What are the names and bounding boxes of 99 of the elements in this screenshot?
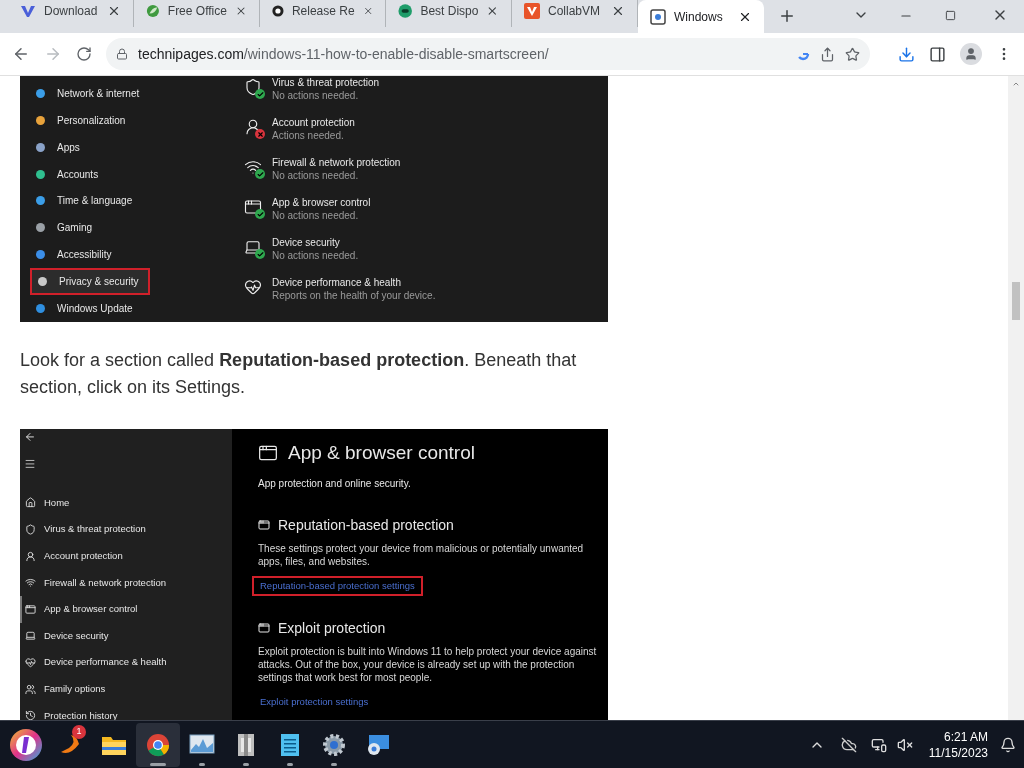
nav-icon xyxy=(25,497,36,509)
bookmark-star-icon[interactable] xyxy=(845,46,860,62)
security-area-icon xyxy=(244,278,262,296)
page-subtitle: App protection and online security. xyxy=(258,476,412,491)
security-nav-item[interactable]: Device security xyxy=(20,622,232,650)
area-title: Device performance & health xyxy=(272,276,402,289)
security-nav-item[interactable]: App & browser control xyxy=(20,596,232,623)
security-nav-item[interactable]: Account protection xyxy=(20,542,232,570)
tab-title: Best Dispo xyxy=(420,2,479,20)
security-nav-item[interactable]: Device performance & health xyxy=(20,649,232,676)
settings-nav-item[interactable]: Network & internet xyxy=(30,80,210,107)
page-title: App & browser control xyxy=(288,441,475,465)
tab-title: Windows xyxy=(674,8,724,26)
reload-icon[interactable] xyxy=(76,46,92,62)
browser-tab[interactable]: Free Office xyxy=(134,0,260,27)
scroll-up-icon[interactable] xyxy=(1012,80,1020,88)
nav-icon xyxy=(25,524,36,535)
chat-logo-icon xyxy=(398,2,413,19)
side-panel-icon[interactable] xyxy=(929,45,946,63)
desktop-icon xyxy=(366,733,390,756)
scrollbar[interactable] xyxy=(1008,76,1024,720)
settings-nav-item[interactable]: Personalization xyxy=(30,106,210,134)
browser-tab[interactable]: Windows xyxy=(638,0,764,33)
browser-tab[interactable]: Download xyxy=(8,0,134,27)
area-status: No actions needed. xyxy=(272,169,360,182)
settings-link[interactable]: Exploit protection settings xyxy=(252,691,377,712)
area-title: App & browser control xyxy=(272,196,371,209)
area-status: Reports on the health of your device. xyxy=(272,289,436,302)
taskbar-button[interactable] xyxy=(136,722,180,767)
settings-link[interactable]: Reputation-based protection settings xyxy=(252,575,423,596)
nav-icon xyxy=(25,683,36,695)
area-title: Account protection xyxy=(272,116,355,129)
area-status: No actions needed. xyxy=(272,89,360,102)
start-logo-icon xyxy=(9,727,43,762)
menu-icon[interactable] xyxy=(24,457,36,470)
scrollbar-thumb[interactable] xyxy=(1012,282,1020,320)
settings-nav-item[interactable]: Gaming xyxy=(30,214,210,242)
area-title: Virus & threat protection xyxy=(272,76,380,89)
nav-icon xyxy=(25,603,36,615)
back-icon[interactable] xyxy=(12,45,30,63)
gear-icon xyxy=(322,732,346,757)
tab-title: Free Office xyxy=(167,2,227,20)
section-icon xyxy=(258,622,270,635)
browser-tab[interactable]: CollabVM xyxy=(512,0,638,27)
chrome-icon xyxy=(146,732,170,757)
settings-nav-item[interactable]: Accounts xyxy=(30,160,210,188)
security-nav-item[interactable]: Virus & threat protection xyxy=(20,516,232,543)
taskbar-button[interactable]: 1 xyxy=(48,722,92,767)
restore-icon[interactable] xyxy=(945,10,956,21)
v-logo-icon xyxy=(524,2,540,19)
section-heading: Reputation-based protection xyxy=(278,515,454,535)
notification-badge: 1 xyxy=(72,724,86,739)
area-title: Device security xyxy=(272,236,341,249)
nav-icon xyxy=(25,577,36,589)
lock-icon xyxy=(116,48,128,60)
section-heading: Exploit protection xyxy=(278,618,386,638)
nav-icon xyxy=(25,710,36,720)
security-nav-item[interactable]: Home xyxy=(20,489,232,517)
url-text: technipages.com/windows-11-how-to-enable-disable-smartscreen/ xyxy=(138,44,549,64)
security-nav-item[interactable]: Family options xyxy=(20,675,232,703)
page-icon xyxy=(650,8,666,25)
chart-window-icon xyxy=(189,733,215,756)
section-icon xyxy=(258,519,270,531)
tab-title: Download xyxy=(44,2,99,20)
nav-icon xyxy=(25,630,36,642)
tab-title: Release Re xyxy=(291,2,355,20)
browser-tab[interactable]: Release Re xyxy=(260,0,386,27)
tab-title: CollabVM xyxy=(548,2,602,20)
nav-icon xyxy=(25,550,36,562)
clock[interactable]: 6:21 AM 11/15/2023 xyxy=(928,728,988,761)
settings-nav-item[interactable]: Windows Update xyxy=(30,295,210,322)
address-bar[interactable]: technipages.com/windows-11-how-to-enable-disable-smartscreen/ xyxy=(106,38,870,70)
article-paragraph: Look for a section called Reputation-based protection. Beneath that section, click on its Settings. xyxy=(20,349,578,399)
settings-nav-item[interactable]: Privacy & security xyxy=(30,268,150,296)
cloud-off-icon[interactable] xyxy=(840,736,857,753)
share-icon[interactable] xyxy=(820,46,835,62)
back-icon[interactable] xyxy=(24,431,36,443)
network-icon[interactable] xyxy=(870,736,887,753)
archive-icon xyxy=(236,731,256,758)
nav-icon xyxy=(25,657,36,668)
settings-nav-item[interactable]: Time & language xyxy=(30,187,210,215)
settings-nav-item[interactable]: Accessibility xyxy=(30,241,210,269)
browser-tab[interactable]: Best Dispo xyxy=(386,0,512,27)
muted-speaker-icon[interactable] xyxy=(896,736,913,753)
area-status: No actions needed. xyxy=(272,249,359,262)
new-tab-icon[interactable] xyxy=(778,7,796,25)
security-nav-item[interactable]: Firewall & network protection xyxy=(20,569,232,596)
download-icon[interactable] xyxy=(898,45,915,63)
area-status: No actions needed. xyxy=(272,209,360,222)
security-nav-item[interactable]: Protection history xyxy=(20,702,232,720)
notepad-icon xyxy=(280,731,300,758)
settings-nav-item[interactable]: Apps xyxy=(30,133,210,161)
section-description: These settings protect your device from malicious or potentially unwanted apps, files, and websites. xyxy=(258,541,585,568)
notification-bell-icon[interactable] xyxy=(1000,736,1016,753)
area-status: Actions needed. xyxy=(272,129,345,142)
section-description: Exploit protection is built into Windows 11 to help protect your device against attacks. Out of the box, your device is already set up with the protection settings that work best for most people. xyxy=(258,644,598,684)
area-title: Firewall & network protection xyxy=(272,156,401,169)
leaf-logo-icon xyxy=(146,2,160,19)
profile-icon[interactable] xyxy=(960,43,982,65)
